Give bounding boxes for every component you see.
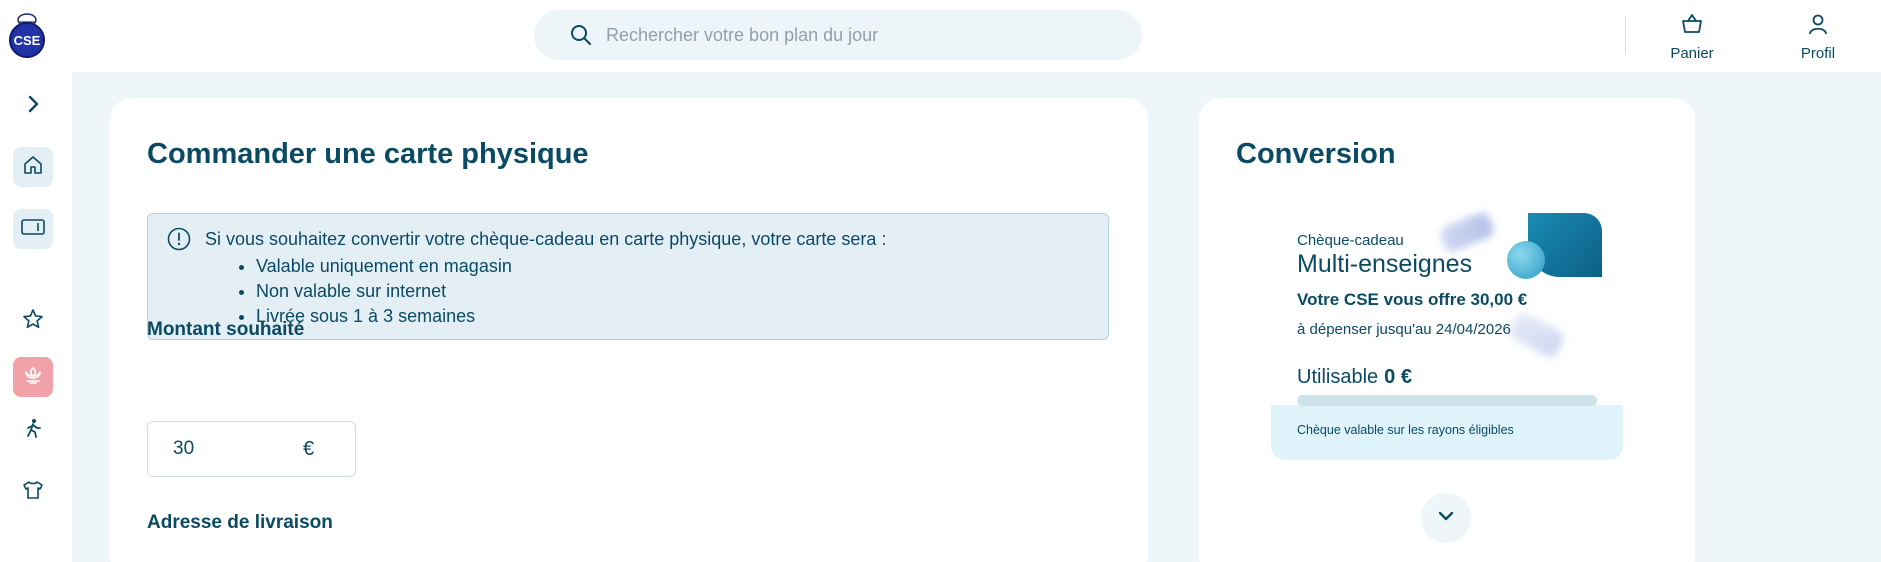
header-divider [1625,16,1626,54]
gift-decoration [1507,310,1567,360]
usable-label: Utilisable [1297,366,1379,388]
cse-logo[interactable]: CSE [6,10,48,58]
flower-icon [22,364,44,391]
card-icon [20,217,46,242]
chevron-right-icon [24,95,42,118]
tshirt-icon [21,479,45,506]
star-icon [22,308,44,335]
info-bullet: Non valable sur internet [256,279,512,304]
expand-button[interactable] [1421,493,1471,543]
gift-decoration [1507,241,1545,279]
cart-label: Panier [1670,45,1714,62]
sidebar-item-favorites[interactable] [13,301,53,341]
amount-field[interactable]: 30 € [147,421,356,477]
conversion-card: Conversion Chèque valable sur les rayons… [1199,98,1695,562]
page-title: Commander une carte physique [147,138,589,170]
user-icon [1806,12,1830,41]
chevron-down-icon [1436,506,1456,531]
sidebar-item-sports[interactable] [13,410,53,450]
sidebar-item-home[interactable] [13,147,53,187]
amount-label: Montant souhaité [147,319,305,340]
order-card: Commander une carte physique Si vous sou… [110,98,1148,562]
walking-icon [22,417,44,444]
info-list: Valable uniquement en magasin Non valabl… [256,254,512,329]
sidebar-item-cards[interactable] [13,209,53,249]
gift-card[interactable]: Chèque valable sur les rayons éligibles … [1271,210,1623,461]
sidebar [0,72,72,562]
sidebar-item-clothing[interactable] [13,472,53,512]
sidebar-expand-button[interactable] [13,86,53,126]
address-label: Adresse de livraison [147,512,333,533]
amount-value: 30 [173,438,195,459]
info-intro: Si vous souhaitez convertir votre chèque… [205,229,887,249]
gift-footer: Chèque valable sur les rayons éligibles [1271,405,1623,460]
home-icon [22,154,44,181]
info-icon [167,227,191,251]
top-header: CSE Rechercher votre bon plan du jour Pa… [0,0,1881,72]
gift-decoration [1438,210,1496,254]
info-bullet: Valable uniquement en magasin [256,254,512,279]
search-placeholder: Rechercher votre bon plan du jour [606,24,879,45]
logo-text: CSE [14,33,41,48]
search-icon [570,24,592,46]
gift-usable: Utilisable 0 € [1297,366,1412,389]
gift-type: Chèque-cadeau [1297,232,1404,249]
usable-progress-bar [1297,395,1597,406]
gift-name: Multi-enseignes [1297,250,1473,278]
usable-value: 0 € [1384,366,1412,388]
currency-symbol: € [303,437,315,460]
gift-offer: Votre CSE vous offre 30,00 € [1297,290,1528,309]
basket-icon [1680,12,1704,41]
gift-expiry: à dépenser jusqu'au 24/04/2026 [1297,321,1511,338]
cart-button[interactable]: Panier [1657,12,1727,62]
conversion-title: Conversion [1236,138,1396,170]
gift-footer-text: Chèque valable sur les rayons éligibles [1297,423,1514,437]
profile-button[interactable]: Profil [1783,12,1853,62]
profile-label: Profil [1800,45,1836,62]
search-input[interactable]: Rechercher votre bon plan du jour [534,10,1142,60]
sidebar-item-wellness[interactable] [13,357,53,397]
